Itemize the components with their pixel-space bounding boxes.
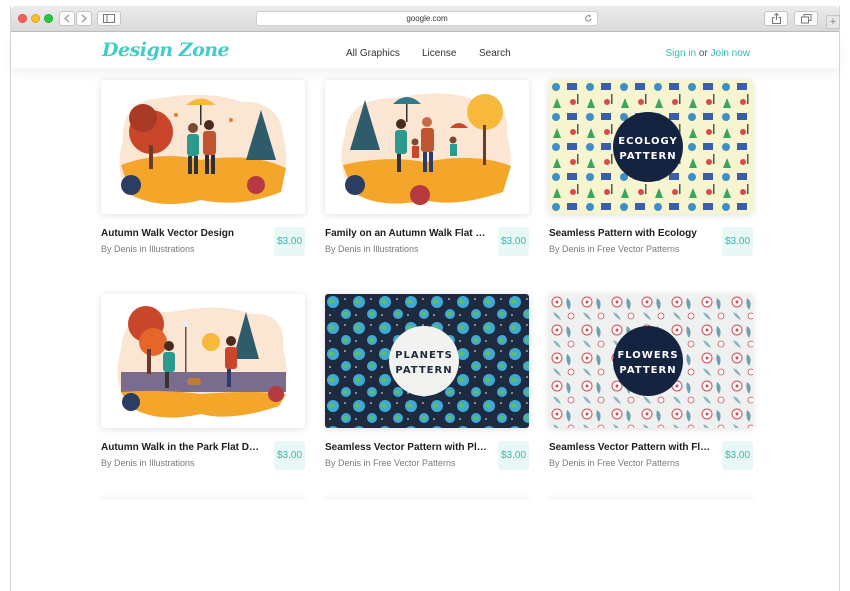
new-tab-button[interactable]: +	[826, 15, 840, 29]
product-card[interactable]: Autumn Walk in the Park Flat Design By D…	[101, 294, 305, 470]
site-logo[interactable]: Design Zone	[102, 39, 230, 61]
product-card[interactable]: FLOWERS PATTERN Seamless Vector Pattern …	[549, 294, 753, 470]
address-bar[interactable]: google.com	[256, 11, 598, 26]
product-card[interactable]: PLANETS PATTERN Seamless Vector Pattern …	[325, 294, 529, 470]
product-thumbnail[interactable]	[101, 80, 305, 214]
chevron-left-icon	[64, 14, 70, 23]
badge-text: ECOLOGY	[618, 136, 677, 147]
badge-text: FLOWERS	[617, 350, 678, 361]
product-thumbnail[interactable]: PLANETS PATTERN	[325, 294, 529, 428]
auth-links: Sign in or Join now	[665, 48, 750, 59]
nav-all-graphics[interactable]: All Graphics	[346, 48, 400, 59]
badge-text: PATTERN	[619, 151, 676, 162]
share-icon	[771, 13, 781, 24]
share-button[interactable]	[764, 11, 788, 26]
product-card[interactable]: Autumn Walk Vector Design By Denis in Il…	[101, 80, 305, 256]
product-author: By Denis in Illustrations	[325, 244, 419, 254]
site-header: Design Zone All Graphics License Search …	[11, 32, 839, 68]
url-text: google.com	[406, 14, 448, 23]
sidebar-icon	[103, 14, 115, 23]
next-row-card-edge	[325, 500, 529, 506]
family-autumn-illustration	[325, 80, 529, 214]
sign-in-link[interactable]: Sign in	[665, 48, 696, 59]
plus-icon: +	[829, 16, 837, 28]
price-badge[interactable]: $3.00	[498, 227, 529, 256]
badge-text: PATTERN	[395, 365, 452, 376]
minimize-window-button[interactable]	[31, 14, 40, 23]
join-now-link[interactable]: Join now	[711, 48, 750, 59]
maximize-window-button[interactable]	[44, 14, 53, 23]
forward-button[interactable]	[76, 11, 92, 26]
product-title[interactable]: Seamless Pattern with Ecology	[549, 228, 711, 239]
tabs-icon	[800, 13, 811, 23]
price-badge[interactable]: $3.00	[498, 441, 529, 470]
product-title[interactable]: Autumn Walk in the Park Flat Design	[101, 442, 263, 453]
close-window-button[interactable]	[18, 14, 27, 23]
next-row-card-edge	[549, 500, 753, 506]
product-thumbnail[interactable]	[325, 80, 529, 214]
product-title[interactable]: Seamless Vector Pattern with Flowers	[549, 442, 711, 453]
flowers-pattern-illustration: FLOWERS PATTERN	[549, 294, 753, 428]
next-row-card-edge	[101, 500, 305, 506]
product-title[interactable]: Family on an Autumn Walk Flat Design	[325, 228, 487, 239]
product-title[interactable]: Seamless Vector Pattern with Planets	[325, 442, 487, 453]
autumn-walk-illustration	[101, 80, 305, 214]
product-title[interactable]: Autumn Walk Vector Design	[101, 228, 263, 239]
ecology-pattern-illustration: ECOLOGY PATTERN	[549, 80, 753, 214]
price-badge[interactable]: $3.00	[722, 441, 753, 470]
nav-license[interactable]: License	[422, 48, 456, 59]
product-thumbnail[interactable]: FLOWERS PATTERN	[549, 294, 753, 428]
price-badge[interactable]: $3.00	[274, 441, 305, 470]
price-badge[interactable]: $3.00	[722, 227, 753, 256]
auth-separator: or	[698, 48, 708, 59]
product-card[interactable]: Family on an Autumn Walk Flat Design By …	[325, 80, 529, 256]
back-button[interactable]	[59, 11, 75, 26]
price-badge[interactable]: $3.00	[274, 227, 305, 256]
badge-text: PLANETS	[395, 350, 453, 361]
product-author: By Denis in Illustrations	[101, 458, 195, 468]
planets-pattern-illustration: PLANETS PATTERN	[325, 294, 529, 428]
product-author: By Denis in Free Vector Patterns	[325, 458, 456, 468]
chevron-right-icon	[81, 14, 87, 23]
product-thumbnail[interactable]	[101, 294, 305, 428]
badge-text: PATTERN	[619, 365, 676, 376]
tabs-button[interactable]	[794, 11, 818, 26]
product-thumbnail[interactable]: ECOLOGY PATTERN	[549, 80, 753, 214]
browser-toolbar: google.com +	[11, 6, 840, 32]
product-author: By Denis in Free Vector Patterns	[549, 244, 680, 254]
product-author: By Denis in Illustrations	[101, 244, 195, 254]
product-author: By Denis in Free Vector Patterns	[549, 458, 680, 468]
autumn-park-illustration	[101, 294, 305, 428]
product-card[interactable]: ECOLOGY PATTERN Seamless Pattern with Ec…	[549, 80, 753, 256]
reload-icon[interactable]	[584, 14, 593, 23]
sidebar-toggle-button[interactable]	[97, 11, 121, 26]
nav-search[interactable]: Search	[479, 48, 511, 59]
